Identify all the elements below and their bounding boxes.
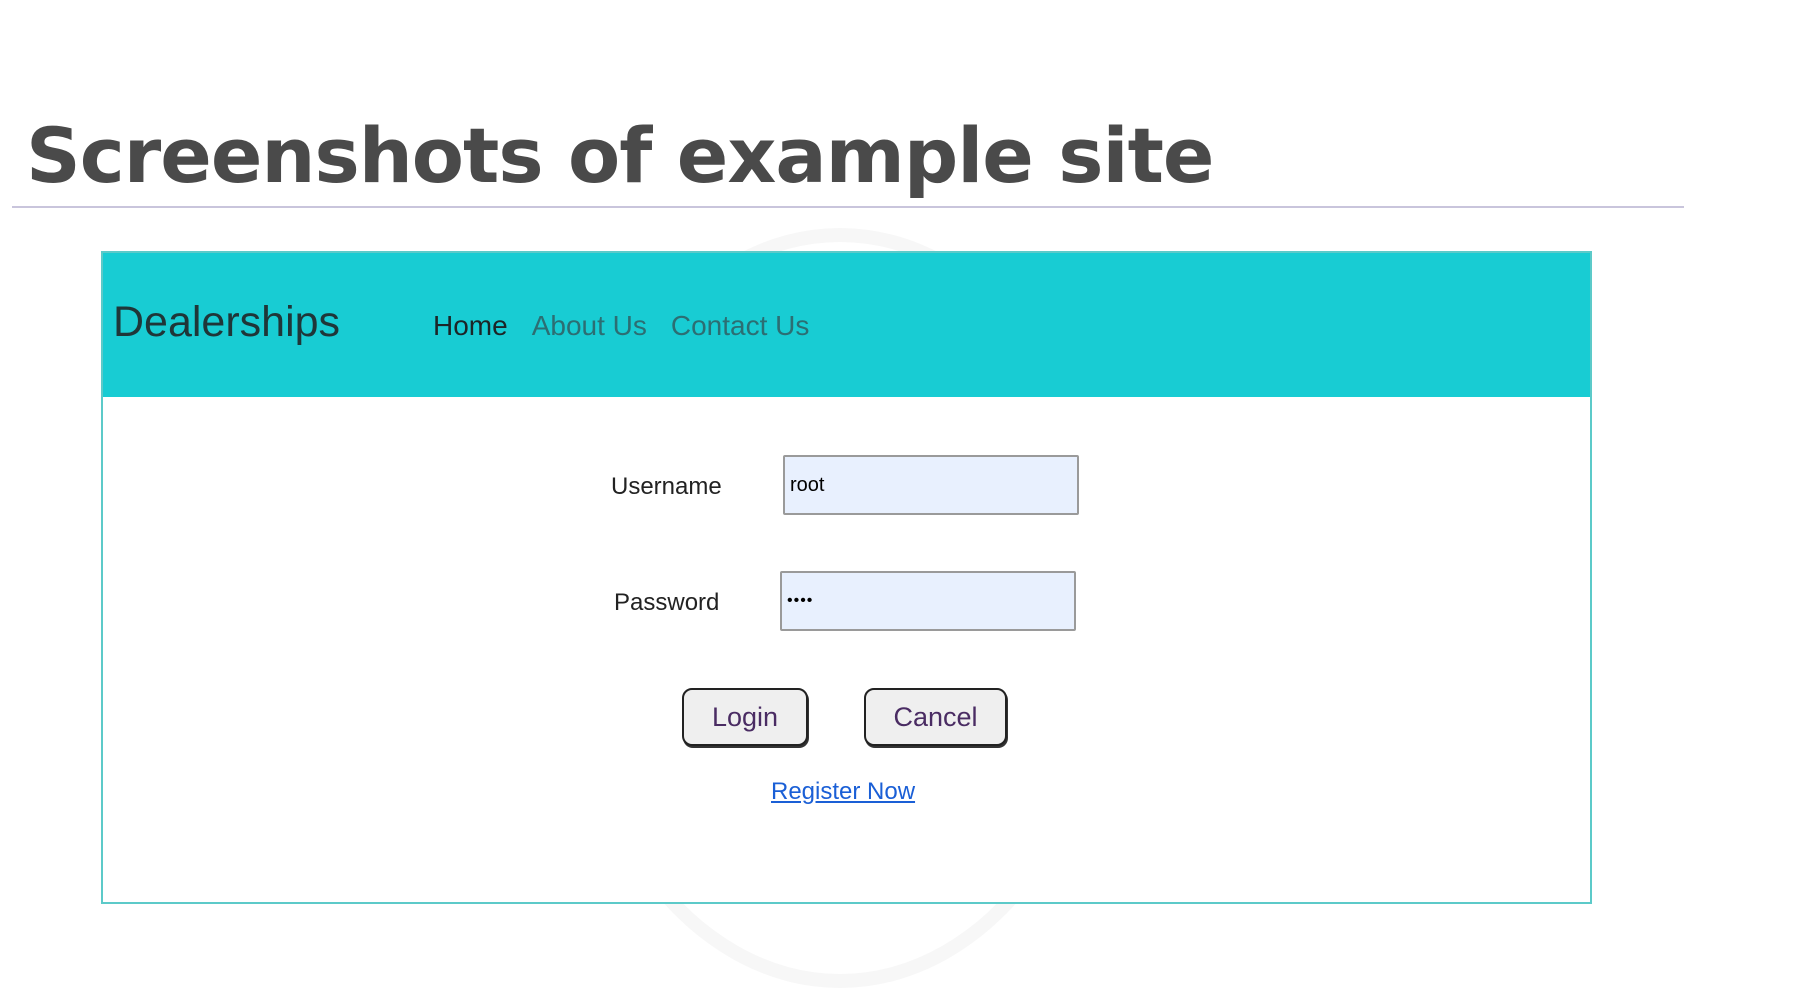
slide-title: Screenshots of example site: [26, 111, 1214, 200]
login-button[interactable]: Login: [682, 688, 808, 746]
cancel-button[interactable]: Cancel: [864, 688, 1007, 746]
username-input[interactable]: [783, 455, 1079, 515]
password-input[interactable]: [780, 571, 1076, 631]
register-now-link[interactable]: Register Now: [771, 777, 915, 807]
title-divider: [12, 206, 1684, 208]
site-screenshot: Dealerships Home About Us Contact Us Use…: [101, 251, 1592, 904]
nav-link-about-us[interactable]: About Us: [532, 309, 647, 343]
username-label: Username: [611, 473, 722, 500]
brand-logo-text[interactable]: Dealerships: [113, 297, 340, 347]
navbar: Dealerships Home About Us Contact Us: [103, 253, 1590, 397]
password-label: Password: [614, 589, 720, 616]
nav-link-contact-us[interactable]: Contact Us: [671, 309, 810, 343]
nav-link-home[interactable]: Home: [433, 309, 508, 343]
nav-links: Home About Us Contact Us: [433, 309, 833, 343]
